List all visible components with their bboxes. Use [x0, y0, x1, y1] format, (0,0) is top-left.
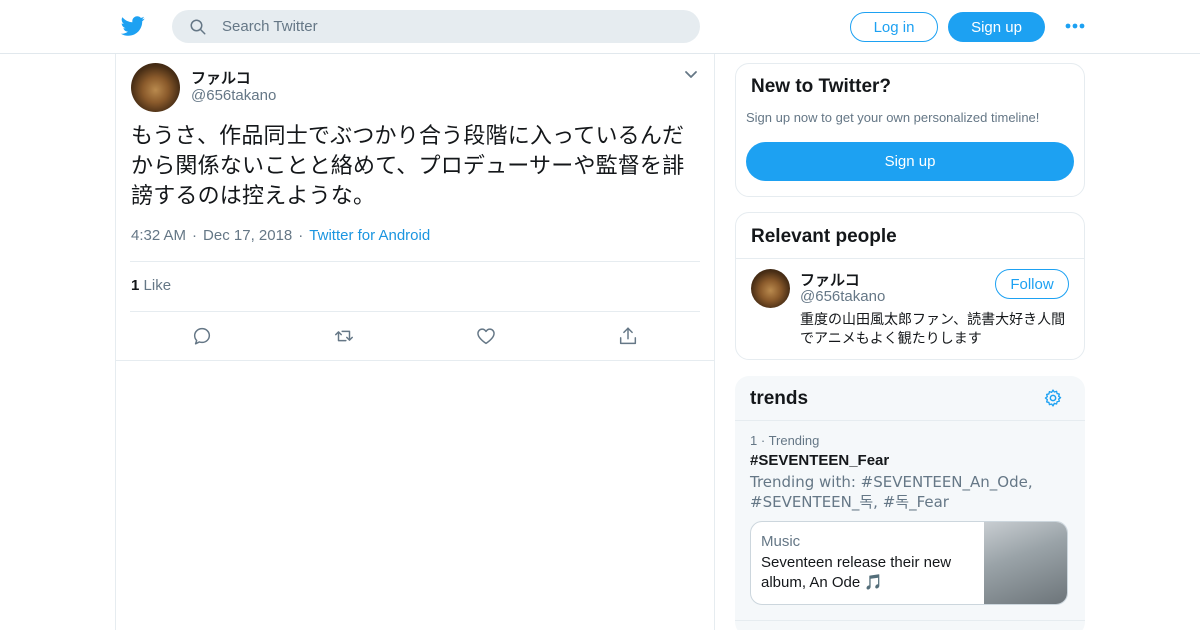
- search-box: [172, 10, 700, 43]
- person-bio: 重度の山田風太郎ファン、読書大好き人間でアニメもよく観たりします: [800, 312, 1066, 347]
- like-count-number: 1: [131, 277, 140, 294]
- news-category: Music: [761, 533, 801, 550]
- trend-news-card[interactable]: Music Seventeen release their new album,…: [750, 521, 1068, 605]
- divider: [130, 311, 700, 312]
- tweet-date[interactable]: Dec 17, 2018: [203, 227, 292, 244]
- relevant-people-title: Relevant people: [751, 226, 897, 247]
- tweet-author-handle[interactable]: @656takano: [191, 87, 276, 104]
- chevron-down-icon[interactable]: [684, 70, 698, 80]
- like-count-label: Like: [143, 277, 172, 294]
- search-icon: [190, 19, 206, 35]
- trend-rank: 1: [750, 433, 758, 448]
- reply-icon[interactable]: [191, 325, 213, 347]
- settings-gear-icon[interactable]: [1043, 388, 1063, 408]
- divider: [735, 420, 1085, 421]
- trend-meta: 1 · Trending: [750, 433, 820, 448]
- music-note-icon: 🎵: [864, 574, 884, 591]
- tweet-source-link[interactable]: Twitter for Android: [309, 227, 430, 244]
- new-to-twitter-subtitle: Sign up now to get your own personalized…: [746, 110, 1040, 125]
- avatar[interactable]: [131, 63, 180, 112]
- avatar[interactable]: [751, 269, 790, 308]
- more-dots-icon[interactable]: [1064, 20, 1086, 32]
- tweet-column: ファルコ @656takano もうさ、作品同士でぶつかり合う段階に入っているん…: [115, 54, 715, 630]
- share-icon[interactable]: [617, 325, 639, 347]
- trend-context: Trending: [768, 433, 820, 448]
- news-title-text: Seventeen release their new album, An Od…: [761, 554, 952, 591]
- news-thumbnail: [984, 522, 1067, 604]
- tweet-metadata: 4:32 AM · Dec 17, 2018 · Twitter for Android: [131, 227, 431, 244]
- divider: [735, 620, 1085, 621]
- sidebar-signup-button[interactable]: Sign up: [746, 142, 1074, 181]
- tweet-time[interactable]: 4:32 AM: [131, 227, 186, 244]
- news-title: Seventeen release their new album, An Od…: [761, 553, 971, 593]
- person-handle[interactable]: @656takano: [800, 288, 885, 305]
- signup-button[interactable]: Sign up: [948, 12, 1045, 42]
- login-button[interactable]: Log in: [850, 12, 938, 42]
- search-input[interactable]: [222, 10, 682, 43]
- follow-button[interactable]: Follow: [995, 269, 1069, 299]
- trends-card: trends 1 · Trending #SEVENTEEN_Fear Tren…: [735, 376, 1085, 630]
- like-count[interactable]: 1 Like: [131, 277, 171, 294]
- tweet-text: もうさ、作品同士でぶつかり合う段階に入っているんだから関係ないことと絡めて、プロ…: [131, 124, 685, 209]
- new-to-twitter-card: New to Twitter? Sign up now to get your …: [735, 63, 1085, 197]
- trends-title: trends: [750, 388, 809, 409]
- relevant-people-card: Relevant people ファルコ @656takano Follow 重…: [735, 212, 1085, 360]
- person-name[interactable]: ファルコ: [800, 269, 860, 290]
- twitter-bird-icon[interactable]: [120, 14, 146, 38]
- divider: [736, 258, 1084, 259]
- tweet-author-name[interactable]: ファルコ: [191, 67, 251, 88]
- tweet: ファルコ @656takano もうさ、作品同士でぶつかり合う段階に入っているん…: [116, 54, 714, 361]
- top-navigation-bar: Log in Sign up: [0, 0, 1200, 54]
- new-to-twitter-title: New to Twitter?: [751, 76, 892, 97]
- trend-name[interactable]: #SEVENTEEN_Fear: [750, 452, 889, 469]
- divider: [130, 261, 700, 262]
- trend-related: Trending with: #SEVENTEEN_An_Ode, #SEVEN…: [750, 473, 1033, 511]
- like-heart-icon[interactable]: [475, 325, 497, 347]
- retweet-icon[interactable]: [333, 325, 355, 347]
